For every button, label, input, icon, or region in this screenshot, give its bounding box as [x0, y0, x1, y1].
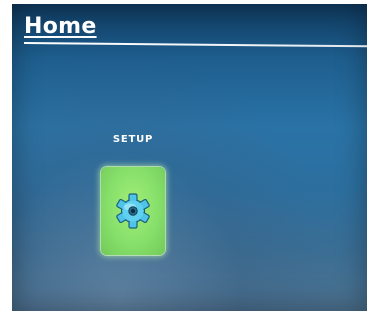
- title-divider: [23, 42, 367, 48]
- gear-icon: [116, 193, 150, 229]
- setup-button[interactable]: [101, 167, 165, 255]
- home-screen: Home SETUP: [12, 4, 367, 311]
- page-title: Home: [24, 14, 97, 39]
- setup-tile[interactable]: SETUP: [98, 134, 168, 255]
- setup-label: SETUP: [112, 134, 154, 145]
